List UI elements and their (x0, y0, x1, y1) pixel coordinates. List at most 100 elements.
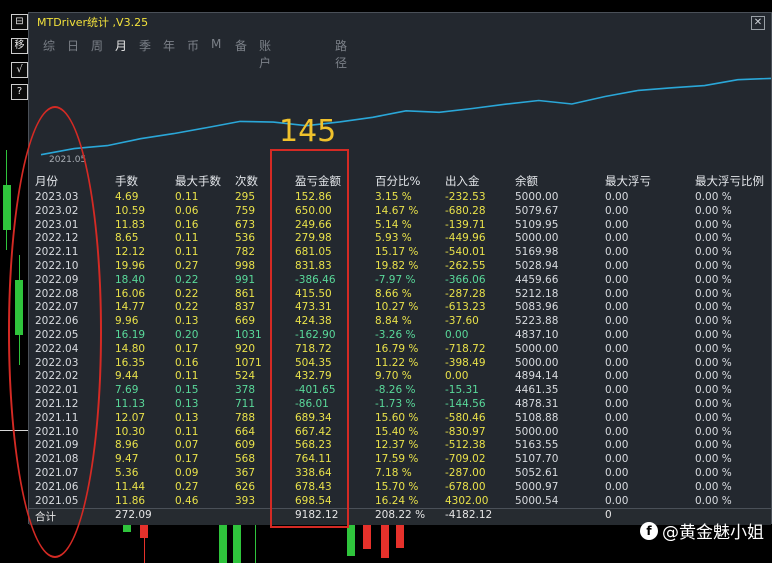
cell-flow: 4302.00 (445, 494, 489, 507)
cell-balance: 5212.18 (515, 287, 559, 300)
bg-candle (347, 524, 355, 556)
cell-count: 991 (235, 273, 256, 286)
cell-flow: 0.00 (445, 370, 469, 383)
cell-max_lots: 0.13 (175, 411, 199, 424)
header-cell[interactable]: 次数 (235, 173, 258, 189)
cell-max_dd: 0.00 (605, 439, 629, 452)
cell-count: 609 (235, 439, 256, 452)
cell-count: 788 (235, 411, 256, 424)
cell-lots: 16.19 (115, 329, 146, 341)
cell-max_dd: 0.00 (605, 356, 629, 369)
header-cell[interactable]: 最大手数 (175, 173, 221, 189)
cell-lots: 11.86 (115, 494, 146, 507)
cell-count: 759 (235, 204, 256, 217)
cell-lots: 4.69 (115, 191, 139, 203)
cell-max_dd_pct: 0.00 % (695, 356, 732, 369)
cell-lots: 11.83 (115, 218, 146, 231)
tab-7[interactable]: M (211, 37, 221, 51)
bg-candle (219, 524, 227, 563)
cell-balance: 5000.00 (515, 356, 559, 369)
move-button[interactable]: 移 (11, 38, 28, 54)
cell-max_dd_pct: 0.00 % (695, 480, 732, 493)
check-button[interactable]: √ (11, 62, 28, 78)
cell-max_dd_pct: 0.00 % (695, 287, 732, 300)
collapse-button[interactable]: ⊟ (11, 14, 28, 30)
cell-max_lots: 0.06 (175, 204, 199, 217)
cell-pct: 8.84 % (375, 315, 412, 328)
bg-candle (3, 185, 11, 230)
cell-lots: 11.13 (115, 398, 146, 410)
cell-balance: 5107.70 (515, 453, 559, 466)
total-pct: 208.22 % (375, 509, 426, 521)
cell-balance: 5108.88 (515, 411, 559, 424)
cell-count: 568 (235, 453, 256, 466)
cell-max_dd_pct: 0.00 % (695, 218, 732, 231)
cell-flow: -718.72 (445, 342, 486, 355)
cell-pct: -7.97 % (375, 273, 416, 286)
equity-line (40, 77, 771, 156)
header-cell[interactable]: 最大浮亏 (605, 173, 651, 189)
cell-max_dd: 0.00 (605, 301, 629, 314)
cell-lots: 16.35 (115, 356, 146, 369)
cell-balance: 4459.66 (515, 273, 559, 286)
watermark: f @黄金魅小姐 (640, 518, 764, 543)
header-cell[interactable]: 余额 (515, 173, 538, 189)
cell-balance: 4461.35 (515, 384, 559, 397)
cell-pct: 15.40 % (375, 425, 419, 438)
close-icon[interactable]: ✕ (751, 16, 765, 30)
cell-flow: -398.49 (445, 356, 486, 369)
cell-balance: 5000.00 (515, 191, 559, 203)
cell-max_lots: 0.07 (175, 439, 199, 452)
header-cell[interactable]: 手数 (115, 173, 138, 189)
cell-count: 1071 (235, 356, 262, 369)
cell-balance: 4837.10 (515, 329, 559, 341)
cell-max_dd: 0.00 (605, 218, 629, 231)
cell-count: 669 (235, 315, 256, 328)
cell-lots: 8.65 (115, 232, 139, 245)
cell-max_lots: 0.13 (175, 315, 199, 328)
cell-balance: 5083.96 (515, 301, 559, 314)
cell-balance: 5028.94 (515, 260, 559, 272)
help-button[interactable]: ? (11, 84, 28, 100)
cell-balance: 5109.95 (515, 218, 559, 231)
cell-lots: 7.69 (115, 384, 139, 397)
header-cell[interactable]: 出入金 (445, 173, 480, 189)
cell-max_dd_pct: 0.00 % (695, 329, 732, 341)
cell-max_dd: 0.00 (605, 411, 629, 424)
cell-balance: 4878.31 (515, 398, 559, 410)
cell-max_dd_pct: 0.00 % (695, 260, 732, 272)
cell-max_dd: 0.00 (605, 342, 629, 355)
cell-flow: -709.02 (445, 453, 486, 466)
cell-pct: -8.26 % (375, 384, 416, 397)
bg-candle (396, 524, 404, 548)
cell-max_lots: 0.11 (175, 232, 199, 245)
cell-max_dd_pct: 0.00 % (695, 246, 732, 259)
cell-balance: 5163.55 (515, 439, 559, 452)
total-flow: -4182.12 (445, 509, 493, 521)
cell-balance: 5000.00 (515, 232, 559, 245)
bg-candle (381, 524, 389, 558)
cell-flow: -287.28 (445, 287, 486, 300)
cell-max_dd: 0.00 (605, 260, 629, 272)
cell-max_dd: 0.00 (605, 425, 629, 438)
cell-count: 711 (235, 398, 256, 410)
header-cell[interactable]: 最大浮亏比例 (695, 173, 764, 189)
cell-flow: 0.00 (445, 329, 469, 341)
cell-pct: 14.67 % (375, 204, 419, 217)
cell-max_dd_pct: 0.00 % (695, 467, 732, 479)
cell-flow: -15.31 (445, 384, 479, 397)
annotation-ellipse (8, 106, 102, 558)
cell-max_dd_pct: 0.00 % (695, 494, 732, 507)
header-cell[interactable]: 百分比% (375, 173, 420, 189)
cell-flow: -613.23 (445, 301, 486, 314)
cell-max_dd: 0.00 (605, 467, 629, 479)
cell-balance: 5000.00 (515, 425, 559, 438)
cell-flow: -512.38 (445, 439, 486, 452)
cell-pct: 16.79 % (375, 342, 419, 355)
table-header: 月份 手数 最大手数 次数 盈亏金额 百分比% 出入金 余额 最大浮亏 最大浮亏比例 (29, 173, 771, 191)
cell-lots: 12.07 (115, 411, 146, 424)
annotation-box (270, 149, 349, 528)
cell-max_dd: 0.00 (605, 315, 629, 328)
cell-max_dd_pct: 0.00 % (695, 398, 732, 410)
cell-balance: 5000.97 (515, 480, 559, 493)
